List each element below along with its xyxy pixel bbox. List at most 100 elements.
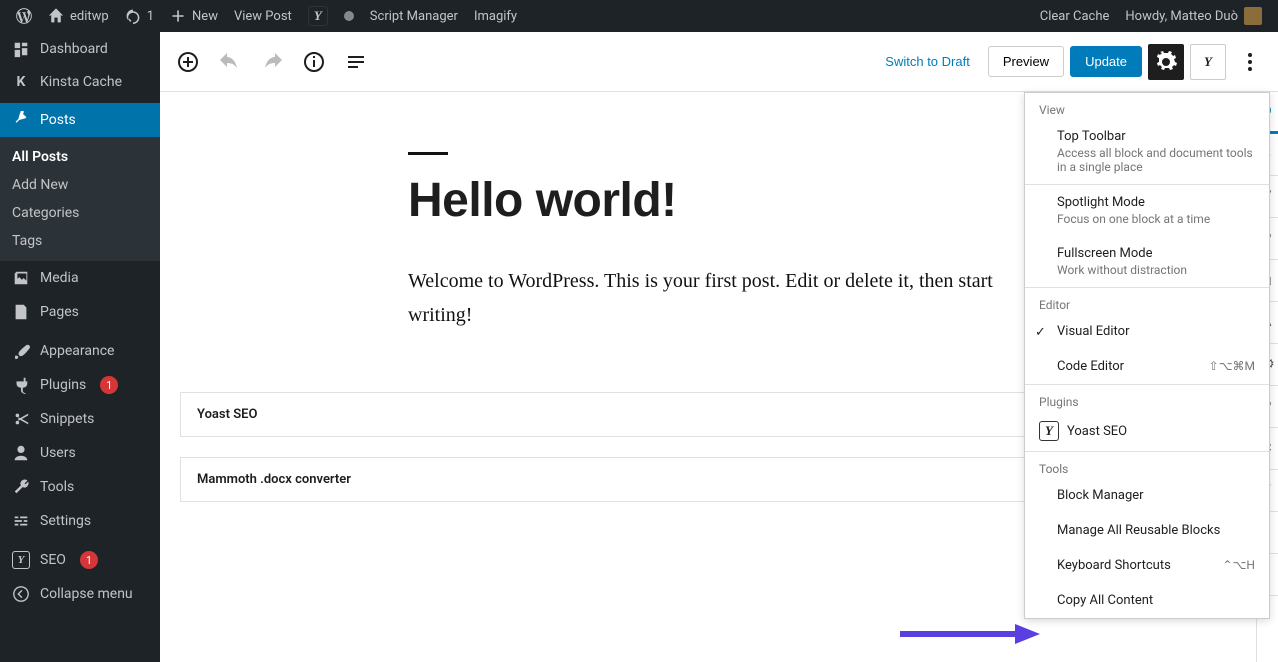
yoast-admin[interactable]: Y bbox=[300, 0, 336, 32]
sidebar-label: Pages bbox=[40, 304, 79, 320]
outline-button[interactable] bbox=[338, 44, 374, 80]
info-icon bbox=[302, 50, 326, 74]
info-button[interactable] bbox=[296, 44, 332, 80]
dropdown-top-toolbar[interactable]: Top Toolbar Access all block and documen… bbox=[1025, 119, 1269, 184]
list-icon bbox=[344, 50, 368, 74]
sidebar-label: Appearance bbox=[40, 343, 114, 359]
dropdown-item-title: Spotlight Mode bbox=[1057, 195, 1255, 210]
dropdown-keyboard-shortcuts[interactable]: Keyboard Shortcuts⌃⌥H bbox=[1025, 548, 1269, 583]
yoast-icon: Y bbox=[1039, 421, 1059, 441]
more-menu-button[interactable] bbox=[1232, 44, 1268, 80]
script-manager-label: Script Manager bbox=[370, 9, 458, 24]
kinsta-icon: K bbox=[12, 74, 30, 90]
posts-submenu: All Posts Add New Categories Tags bbox=[0, 137, 160, 261]
sidebar-item-posts[interactable]: Posts bbox=[0, 103, 160, 137]
collapse-menu[interactable]: Collapse menu bbox=[0, 577, 160, 611]
dropdown-yoast-seo[interactable]: Y Yoast SEO bbox=[1025, 411, 1269, 451]
view-post[interactable]: View Post bbox=[226, 0, 300, 32]
dropdown-item-desc: Work without distraction bbox=[1057, 263, 1255, 277]
dropdown-block-manager[interactable]: Block Manager bbox=[1025, 478, 1269, 513]
submenu-categories[interactable]: Categories bbox=[0, 199, 160, 227]
sliders-icon bbox=[12, 512, 30, 530]
update-button[interactable]: Update bbox=[1070, 46, 1142, 77]
dropdown-item-title: Block Manager bbox=[1057, 488, 1255, 503]
yoast-button[interactable]: Y bbox=[1190, 44, 1226, 80]
admin-bar: editwp 1 New View Post Y Script Manager … bbox=[0, 0, 1278, 32]
sidebar-label: Collapse menu bbox=[40, 586, 133, 602]
dropdown-item-title: Manage All Reusable Blocks bbox=[1057, 523, 1255, 538]
dropdown-item-title: Yoast SEO bbox=[1067, 424, 1127, 439]
sidebar-item-media[interactable]: Media bbox=[0, 261, 160, 295]
sidebar-label: Dashboard bbox=[40, 41, 108, 57]
site-name[interactable]: editwp bbox=[40, 0, 117, 32]
submenu-add-new[interactable]: Add New bbox=[0, 171, 160, 199]
editor-header: Switch to Draft Preview Update Y bbox=[160, 32, 1278, 92]
undo-icon bbox=[218, 50, 242, 74]
settings-button[interactable] bbox=[1148, 44, 1184, 80]
dropdown-item-title: Copy All Content bbox=[1057, 593, 1255, 608]
title-divider bbox=[408, 152, 448, 155]
view-post-label: View Post bbox=[234, 9, 292, 24]
dropdown-item-title: Visual Editor bbox=[1057, 324, 1255, 339]
sidebar-item-tools[interactable]: Tools bbox=[0, 470, 160, 504]
switch-to-draft-button[interactable]: Switch to Draft bbox=[873, 47, 982, 76]
post-title[interactable]: Hello world! bbox=[408, 173, 1008, 228]
sidebar-item-appearance[interactable]: Appearance bbox=[0, 334, 160, 368]
dropdown-copy-all[interactable]: Copy All Content bbox=[1025, 583, 1269, 618]
yoast-icon: Y bbox=[308, 6, 328, 26]
script-manager[interactable]: Script Manager bbox=[362, 0, 466, 32]
sidebar-item-plugins[interactable]: Plugins1 bbox=[0, 368, 160, 402]
sidebar-label: Plugins bbox=[40, 377, 86, 393]
dropdown-item-desc: Access all block and document tools in a… bbox=[1057, 146, 1255, 174]
sidebar-item-settings[interactable]: Settings bbox=[0, 504, 160, 538]
page-icon bbox=[12, 303, 30, 321]
site-name-label: editwp bbox=[70, 9, 109, 24]
status-dot[interactable] bbox=[336, 0, 362, 32]
wp-logo[interactable] bbox=[8, 0, 40, 32]
sidebar-item-seo[interactable]: YSEO1 bbox=[0, 543, 160, 577]
imagify[interactable]: Imagify bbox=[466, 0, 525, 32]
submenu-all-posts[interactable]: All Posts bbox=[0, 143, 160, 171]
undo-button[interactable] bbox=[212, 44, 248, 80]
preview-button[interactable]: Preview bbox=[988, 46, 1064, 77]
dropdown-spotlight[interactable]: Spotlight Mode Focus on one block at a t… bbox=[1025, 185, 1269, 236]
sidebar-label: Kinsta Cache bbox=[40, 74, 122, 90]
pin-icon bbox=[12, 111, 30, 129]
dropdown-section-view: View bbox=[1025, 93, 1269, 119]
clear-cache[interactable]: Clear Cache bbox=[1032, 0, 1118, 32]
grey-dot-icon bbox=[344, 11, 354, 21]
add-block-button[interactable] bbox=[170, 44, 206, 80]
updates-count: 1 bbox=[147, 9, 154, 24]
admin-sidebar: Dashboard K Kinsta Cache Posts All Posts … bbox=[0, 32, 160, 662]
more-menu-dropdown: View Top Toolbar Access all block and do… bbox=[1024, 92, 1270, 619]
my-account[interactable]: Howdy, Matteo Duò bbox=[1117, 0, 1270, 32]
dropdown-fullscreen[interactable]: Fullscreen Mode Work without distraction bbox=[1025, 236, 1269, 287]
dropdown-section-plugins: Plugins bbox=[1025, 385, 1269, 411]
media-icon bbox=[12, 269, 30, 287]
updates[interactable]: 1 bbox=[117, 0, 162, 32]
sidebar-item-dashboard[interactable]: Dashboard bbox=[0, 32, 160, 66]
yoast-icon: Y bbox=[12, 551, 30, 569]
user-icon bbox=[12, 444, 30, 462]
redo-icon bbox=[260, 50, 284, 74]
new-label: New bbox=[192, 9, 218, 24]
yoast-icon: Y bbox=[1198, 52, 1218, 72]
sidebar-item-users[interactable]: Users bbox=[0, 436, 160, 470]
new-content[interactable]: New bbox=[162, 0, 226, 32]
howdy-label: Howdy, Matteo Duò bbox=[1125, 9, 1238, 24]
sidebar-item-snippets[interactable]: Snippets bbox=[0, 402, 160, 436]
dropdown-code-editor[interactable]: Code Editor ⇧⌥⌘M bbox=[1025, 349, 1269, 384]
sidebar-item-kinsta[interactable]: K Kinsta Cache bbox=[0, 66, 160, 98]
brush-icon bbox=[12, 342, 30, 360]
dropdown-section-tools: Tools bbox=[1025, 452, 1269, 478]
clear-cache-label: Clear Cache bbox=[1040, 9, 1110, 24]
post-body[interactable]: Welcome to WordPress. This is your first… bbox=[408, 264, 1008, 332]
wordpress-icon bbox=[16, 8, 32, 24]
dropdown-manage-reusable[interactable]: Manage All Reusable Blocks bbox=[1025, 513, 1269, 548]
dropdown-visual-editor[interactable]: ✓ Visual Editor bbox=[1025, 314, 1269, 349]
sidebar-item-pages[interactable]: Pages bbox=[0, 295, 160, 329]
submenu-tags[interactable]: Tags bbox=[0, 227, 160, 255]
dropdown-item-desc: Focus on one block at a time bbox=[1057, 212, 1255, 226]
redo-button[interactable] bbox=[254, 44, 290, 80]
avatar bbox=[1244, 7, 1262, 25]
